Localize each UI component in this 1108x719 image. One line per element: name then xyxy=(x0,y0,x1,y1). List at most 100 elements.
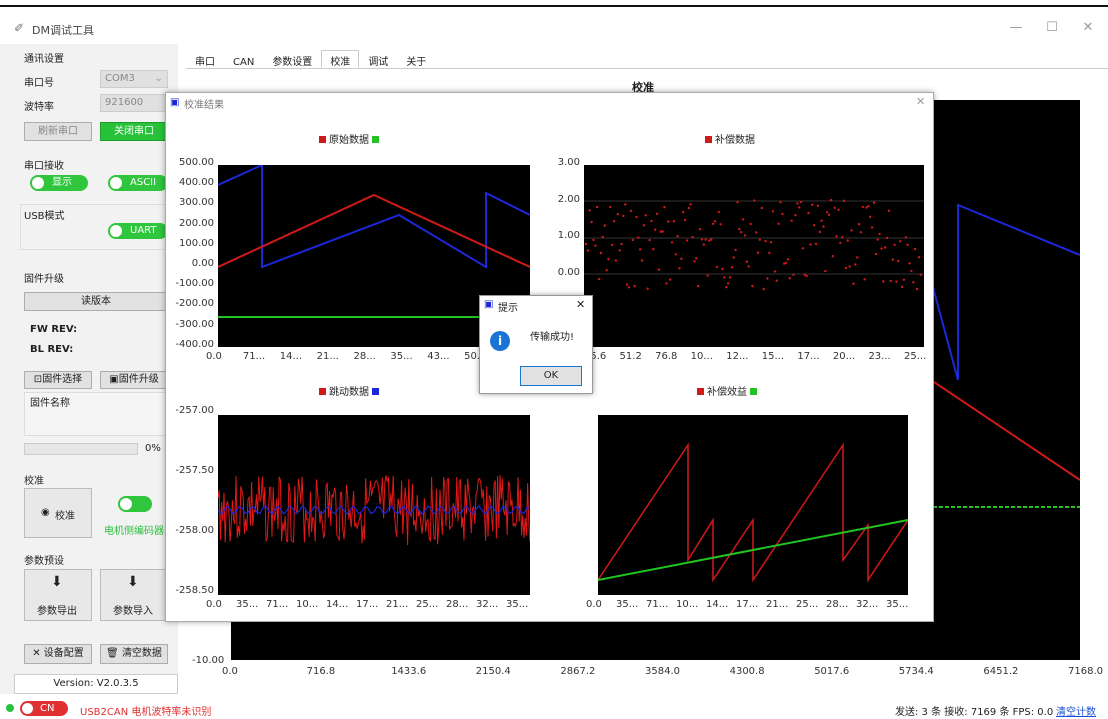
maximize-button[interactable]: ☐ xyxy=(1042,20,1062,35)
scatter-point xyxy=(887,209,891,212)
dialog-close-button[interactable]: ✕ xyxy=(916,95,925,108)
export-params-button[interactable]: ⬇ 参数导出 xyxy=(24,569,92,621)
scatter-point xyxy=(680,257,683,260)
firmware-upgrade-button[interactable]: ▣固件升级 xyxy=(100,371,168,389)
app-logo-icon: ✐ xyxy=(14,21,25,35)
scatter-point xyxy=(655,212,659,215)
tab-about[interactable]: 关于 xyxy=(397,50,435,68)
scatter-point xyxy=(685,239,689,242)
scatter-point xyxy=(596,205,599,209)
y-tick-label: -257.00 xyxy=(175,405,214,416)
scatter-point xyxy=(601,235,604,239)
y-tick-label: -258.00 xyxy=(175,525,214,536)
scatter-point xyxy=(861,205,864,209)
scatter-point xyxy=(721,267,724,271)
scatter-point xyxy=(801,247,805,250)
scatter-point xyxy=(773,270,777,273)
read-version-button[interactable]: 读版本 xyxy=(24,292,168,311)
scatter-point xyxy=(798,206,801,209)
raw-data-y-axis: 500.00 400.00 300.00 200.00 100.00 0.00 -100.0… xyxy=(166,155,214,355)
scatter-point xyxy=(725,286,728,289)
scatter-point xyxy=(852,282,855,285)
scatter-point xyxy=(588,209,591,212)
scatter-point xyxy=(760,206,763,210)
scatter-point xyxy=(667,220,670,223)
jitter-legend: 跳动数据 xyxy=(316,383,382,398)
minimize-button[interactable]: — xyxy=(1006,20,1026,35)
tab-params[interactable]: 参数设置 xyxy=(263,50,321,68)
comp-effect-legend: 补偿效益 xyxy=(694,383,760,398)
compensation-x-axis: 25.6 51.2 76.8 10... 12... 15... 17... 20... 23.… xyxy=(584,351,929,363)
compensation-plot xyxy=(584,165,924,347)
calibrate-radio-box[interactable]: ◉ 校准 xyxy=(24,488,92,538)
scatter-point xyxy=(762,288,765,291)
x-tick-label: 10... xyxy=(690,351,713,362)
scatter-point xyxy=(691,235,694,239)
compensation-svg xyxy=(584,198,924,291)
scatter-point xyxy=(869,215,872,218)
scatter-point xyxy=(706,274,709,277)
x-tick-label: 35... xyxy=(506,599,529,610)
scatter-point xyxy=(753,199,756,202)
scatter-point xyxy=(713,220,717,223)
firmware-select-button[interactable]: ⊡固件选择 xyxy=(24,371,92,389)
baud-input[interactable]: 921600 xyxy=(100,94,168,112)
scatter-point xyxy=(717,210,720,214)
legend-red-swatch xyxy=(319,388,326,395)
jitter-x-axis: 0.0 35... 71... 10... 14... 17... 21... 25... 28… xyxy=(206,599,536,611)
tab-calibration[interactable]: 校准 xyxy=(321,50,360,68)
scatter-point xyxy=(842,199,846,202)
scatter-point xyxy=(676,235,679,238)
y-tick-label: -257.50 xyxy=(175,465,214,476)
uart-toggle[interactable]: UART xyxy=(108,223,168,239)
x-tick-label: 12... xyxy=(726,351,749,362)
y-tick-label: 3.00 xyxy=(557,157,580,168)
scatter-point xyxy=(697,284,700,288)
close-button[interactable]: ✕ xyxy=(1078,20,1098,35)
port-select[interactable]: COM3 ⌄ xyxy=(100,70,168,88)
msgbox-close-button[interactable]: ✕ xyxy=(576,298,585,311)
scatter-point xyxy=(614,259,618,262)
comm-settings-title: 通讯设置 xyxy=(24,54,64,65)
can-toggle[interactable]: CN xyxy=(20,701,68,716)
x-tick-label: 21... xyxy=(316,351,339,362)
scatter-point xyxy=(728,276,732,279)
refresh-port-button[interactable]: 刷新串口 xyxy=(24,122,92,141)
device-config-button[interactable]: ✕ 设备配置 xyxy=(24,644,92,664)
display-toggle-label: 显示 xyxy=(52,177,72,188)
display-toggle[interactable]: 显示 xyxy=(30,175,88,191)
scatter-point xyxy=(590,220,593,224)
scatter-point xyxy=(882,280,885,283)
jitter-series-red xyxy=(217,475,531,546)
tab-debug[interactable]: 调试 xyxy=(359,50,397,68)
scatter-point xyxy=(635,215,638,219)
tools-icon: ✕ xyxy=(32,648,41,659)
ascii-toggle[interactable]: ASCII xyxy=(108,175,168,191)
compensation-legend: 补偿数据 xyxy=(702,131,755,146)
tab-serial[interactable]: 串口 xyxy=(186,50,224,68)
import-params-button[interactable]: ⬇ 参数导入 xyxy=(100,569,168,621)
info-icon: i xyxy=(490,331,510,351)
scatter-point xyxy=(678,267,681,270)
scatter-point xyxy=(605,269,608,272)
connection-status-icon xyxy=(6,704,14,712)
jitter-svg xyxy=(217,475,531,546)
export-label: 参数导出 xyxy=(37,606,77,617)
scatter-point xyxy=(854,263,857,266)
ascii-toggle-label: ASCII xyxy=(130,177,157,188)
dialog-app-icon: ▣ xyxy=(170,97,180,108)
x-tick-label: 5017.6 xyxy=(814,666,850,677)
scatter-point xyxy=(799,200,803,204)
ok-button[interactable]: OK xyxy=(520,366,582,386)
clear-count-link[interactable]: 清空计数 xyxy=(1056,703,1096,718)
x-tick-label: 14... xyxy=(706,599,729,610)
close-port-button[interactable]: 关闭串口 xyxy=(100,122,168,141)
scatter-point xyxy=(654,228,657,231)
legend-red-swatch xyxy=(705,136,712,143)
calibration-title: 校准 xyxy=(24,476,44,487)
scatter-point xyxy=(822,225,825,228)
scatter-point xyxy=(652,248,655,251)
clear-data-button[interactable]: 🗑 清空数据 xyxy=(100,644,168,664)
encoder-toggle[interactable] xyxy=(118,496,152,512)
x-tick-label: 0.0 xyxy=(206,599,222,610)
